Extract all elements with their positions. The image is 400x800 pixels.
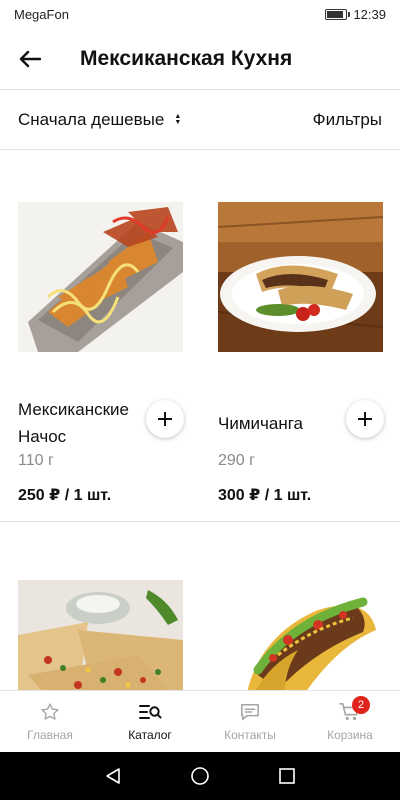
nav-item-cart[interactable]: 2 Корзина (300, 691, 400, 752)
product-image-chimichanga[interactable] (218, 202, 383, 352)
status-right: 12:39 (325, 7, 386, 22)
product-card[interactable]: Чимичанга 290 г 300 ₽ / 1 шт. (218, 202, 384, 504)
back-button[interactable] (0, 28, 60, 90)
sort-select[interactable]: Сначала дешевые ▲ ▼ (18, 110, 181, 130)
plus-icon (358, 412, 372, 426)
sort-arrows-icon: ▲ ▼ (174, 112, 182, 126)
system-home-button[interactable] (185, 761, 215, 791)
product-weight: 290 г (218, 452, 255, 469)
status-bar: MegaFon 12:39 (0, 0, 400, 28)
chat-icon (241, 703, 259, 720)
plus-icon (158, 412, 172, 426)
cart-count-badge: 2 (352, 696, 370, 714)
triangle-back-icon (106, 768, 121, 784)
product-image-taco[interactable] (218, 580, 383, 690)
product-card[interactable]: Мексиканские Начос 110 г 250 ₽ / 1 шт. (18, 202, 184, 504)
star-icon (41, 702, 59, 720)
square-recents-icon (278, 768, 295, 784)
system-recents-button[interactable] (272, 761, 302, 791)
nav-item-home[interactable]: Главная (0, 691, 100, 752)
battery-icon (325, 8, 351, 20)
system-navigation-bar (0, 752, 400, 800)
product-name: Мексиканские Начос (18, 400, 129, 446)
arrow-left-icon (19, 50, 41, 67)
app-header: Мексиканская Кухня (0, 28, 400, 90)
nav-label: Корзина (327, 727, 373, 742)
nav-item-contacts[interactable]: Контакты (200, 691, 300, 752)
nav-label: Контакты (224, 727, 276, 742)
product-name: Чимичанга (218, 414, 303, 433)
product-row (0, 522, 400, 690)
sort-label: Сначала дешевые (18, 109, 165, 129)
catalog-search-icon (139, 704, 162, 719)
product-image-nachos[interactable] (18, 202, 183, 352)
filters-button[interactable]: Фильтры (313, 110, 382, 130)
clock: 12:39 (353, 6, 386, 22)
circle-home-icon (191, 767, 209, 785)
product-grid[interactable]: Мексиканские Начос 110 г 250 ₽ / 1 шт. Ч… (0, 150, 400, 690)
sort-filter-bar: Сначала дешевые ▲ ▼ Фильтры (0, 90, 400, 150)
product-row: Мексиканские Начос 110 г 250 ₽ / 1 шт. Ч… (0, 150, 400, 522)
system-back-button[interactable] (98, 761, 128, 791)
product-card[interactable] (218, 580, 383, 690)
bottom-navigation: Главная Каталог Контакты 2 Корзина (0, 690, 400, 752)
product-image-quesadilla[interactable] (18, 580, 183, 690)
carrier-name: MegaFon (14, 6, 69, 22)
product-price: 250 ₽ / 1 шт. (18, 487, 112, 504)
page-title: Мексиканская Кухня (80, 46, 293, 70)
product-weight: 110 г (18, 452, 54, 469)
product-card[interactable] (18, 580, 183, 690)
nav-item-catalog[interactable]: Каталог (100, 691, 200, 752)
nav-label: Каталог (128, 727, 172, 742)
nav-label: Главная (27, 727, 73, 742)
product-price: 300 ₽ / 1 шт. (218, 487, 312, 504)
